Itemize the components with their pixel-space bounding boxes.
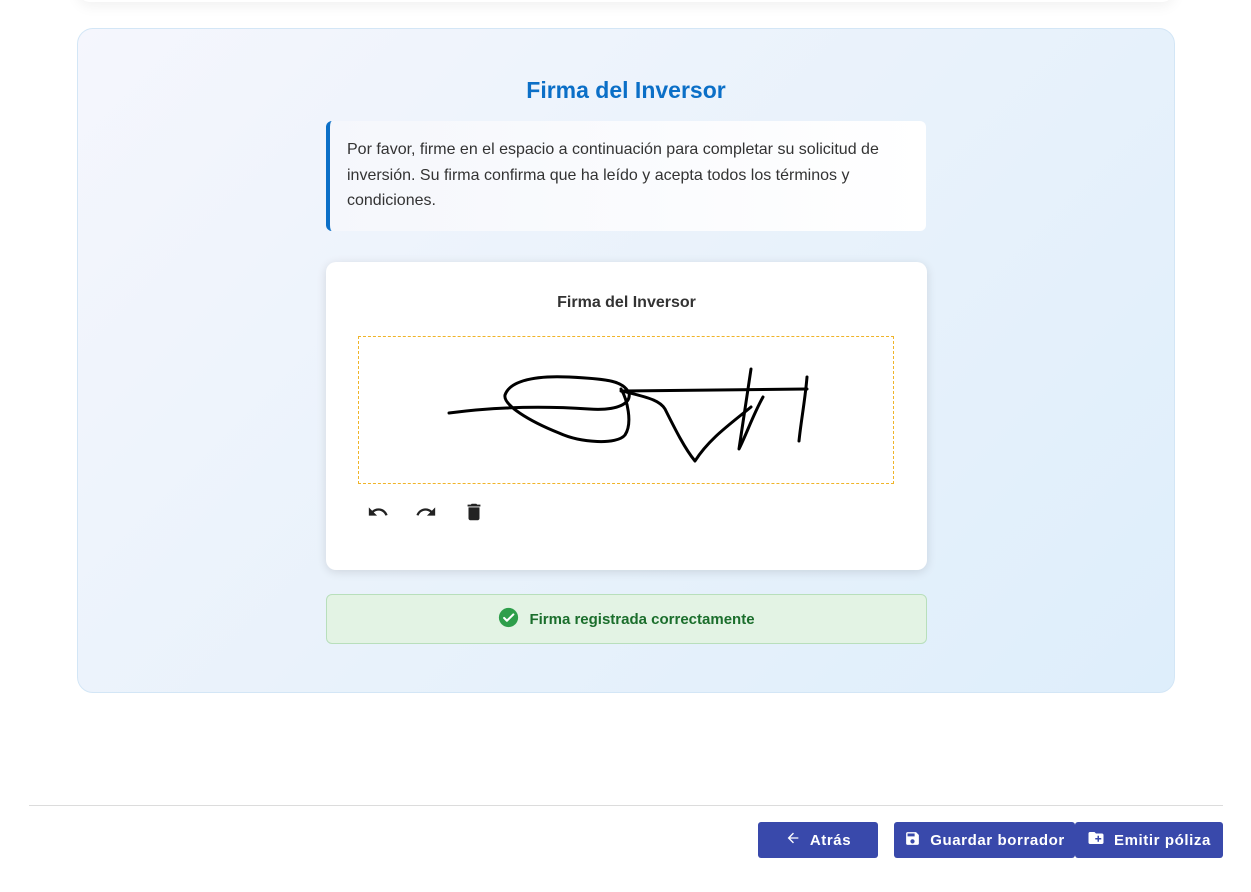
back-label: Atrás <box>809 831 852 849</box>
arrow-left-icon <box>785 830 801 850</box>
instructions-box: Por favor, firme en el espacio a continu… <box>326 121 926 231</box>
clear-button[interactable] <box>462 502 486 526</box>
save-icon <box>904 830 921 851</box>
signature-card: Firma del Inversor <box>326 262 927 570</box>
signature-label: Firma del Inversor <box>557 294 696 311</box>
save-draft-button[interactable]: Guardar borrador <box>894 822 1075 858</box>
folder-plus-icon <box>1087 829 1105 851</box>
emit-policy-label: Emitir póliza <box>1114 831 1211 849</box>
section-title: Firma del Inversor <box>526 77 726 103</box>
check-circle-icon <box>498 607 519 632</box>
instructions-text: Por favor, firme en el espacio a continu… <box>347 141 879 209</box>
save-draft-label: Guardar borrador <box>930 831 1065 849</box>
signature-drawing <box>447 367 809 463</box>
signature-canvas[interactable] <box>358 336 894 484</box>
redo-icon <box>415 501 437 528</box>
footer-divider <box>29 805 1223 806</box>
undo-icon <box>367 501 389 528</box>
redo-button[interactable] <box>414 502 438 526</box>
success-message: Firma registrada correctamente <box>529 610 755 628</box>
trash-icon <box>463 501 485 528</box>
success-banner: Firma registrada correctamente <box>326 594 927 644</box>
signature-section: Firma del Inversor Por favor, firme en e… <box>77 28 1175 693</box>
emit-policy-button[interactable]: Emitir póliza <box>1075 822 1223 858</box>
previous-card <box>78 0 1174 2</box>
signature-toolbar <box>366 502 486 526</box>
undo-button[interactable] <box>366 502 390 526</box>
back-button[interactable]: Atrás <box>758 822 878 858</box>
